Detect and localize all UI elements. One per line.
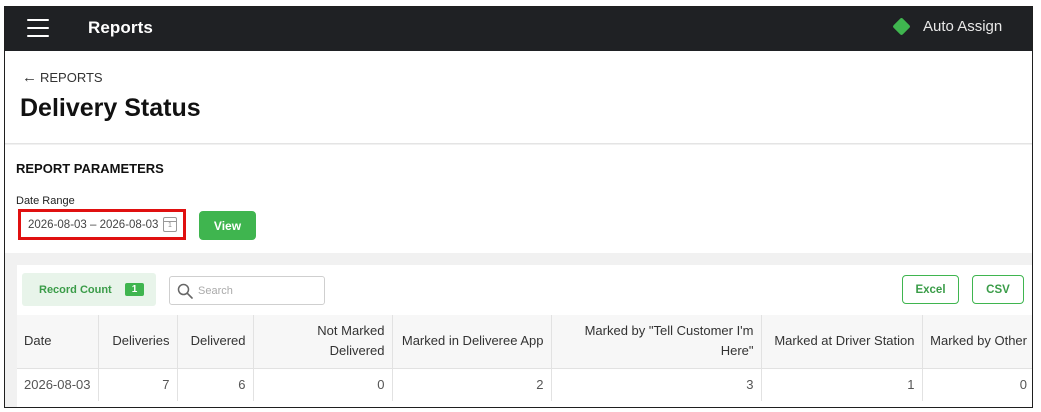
- date-range-input[interactable]: 2026-08-03 – 2026-08-03 1: [18, 209, 186, 240]
- column-header-marked-at-driver-station[interactable]: Marked at Driver Station: [761, 315, 923, 368]
- table-row: 2026-08-03 7 6 0 2 3 1 0: [17, 367, 1032, 401]
- cell-deliveries: 7: [98, 367, 178, 401]
- back-link-label: REPORTS: [40, 70, 103, 85]
- column-header-marked-in-deliveree-app[interactable]: Marked in Deliveree App: [392, 315, 552, 368]
- search-icon: [177, 283, 193, 299]
- app-title: Reports: [88, 18, 153, 37]
- calendar-day: 1: [168, 222, 172, 229]
- cell-marked-in-deliveree-app: 2: [392, 367, 552, 401]
- cell-marked-at-driver-station: 1: [761, 367, 923, 401]
- top-navbar: Reports Auto Assign: [5, 7, 1032, 51]
- report-parameters-heading: REPORT PARAMETERS: [16, 161, 164, 176]
- date-range-label: Date Range: [16, 195, 75, 207]
- export-excel-button[interactable]: Excel: [902, 275, 959, 304]
- view-button[interactable]: View: [199, 211, 256, 240]
- auto-assign-link[interactable]: Auto Assign: [923, 18, 1002, 35]
- record-count-badge: 1: [124, 283, 145, 296]
- back-to-reports-link[interactable]: ← REPORTS: [22, 70, 103, 85]
- table-header-row: Date Deliveries Delivered Not Marked Del…: [17, 315, 1032, 368]
- date-range-value: 2026-08-03 – 2026-08-03: [28, 218, 159, 231]
- cell-not-marked-delivered: 0: [253, 367, 393, 401]
- hamburger-menu-icon[interactable]: [27, 19, 49, 37]
- column-header-delivered[interactable]: Delivered: [177, 315, 254, 368]
- delivery-status-table: Date Deliveries Delivered Not Marked Del…: [17, 315, 1032, 401]
- record-count-label: Record Count: [39, 283, 112, 296]
- page-header: ← REPORTS Delivery Status: [5, 51, 1032, 144]
- export-csv-button[interactable]: CSV: [972, 275, 1024, 304]
- page-title: Delivery Status: [20, 94, 201, 122]
- calendar-icon[interactable]: 1: [163, 217, 177, 232]
- column-header-date[interactable]: Date: [17, 315, 99, 368]
- status-indicator-icon: [892, 17, 911, 36]
- arrow-left-icon: ←: [22, 69, 37, 86]
- app-window: Reports Auto Assign ← REPORTS Delivery S…: [4, 6, 1033, 408]
- column-header-deliveries[interactable]: Deliveries: [98, 315, 178, 368]
- column-header-marked-by-tell-customer[interactable]: Marked by "Tell Customer I'm Here": [551, 315, 762, 368]
- cell-marked-by-tell-customer: 3: [551, 367, 762, 401]
- cell-date: 2026-08-03: [17, 367, 99, 401]
- cell-delivered: 6: [177, 367, 254, 401]
- record-count-tab[interactable]: Record Count 1: [22, 273, 156, 306]
- search-input[interactable]: [198, 284, 318, 297]
- report-results-panel: Record Count 1 Excel CSV Date Deliveries…: [17, 265, 1032, 407]
- column-header-not-marked-delivered[interactable]: Not Marked Delivered: [253, 315, 393, 368]
- report-parameters-panel: REPORT PARAMETERS Date Range 2026-08-03 …: [5, 145, 1032, 253]
- search-box: [169, 276, 325, 305]
- cell-marked-by-other: 0: [922, 367, 1032, 401]
- column-header-marked-by-other[interactable]: Marked by Other: [922, 315, 1032, 368]
